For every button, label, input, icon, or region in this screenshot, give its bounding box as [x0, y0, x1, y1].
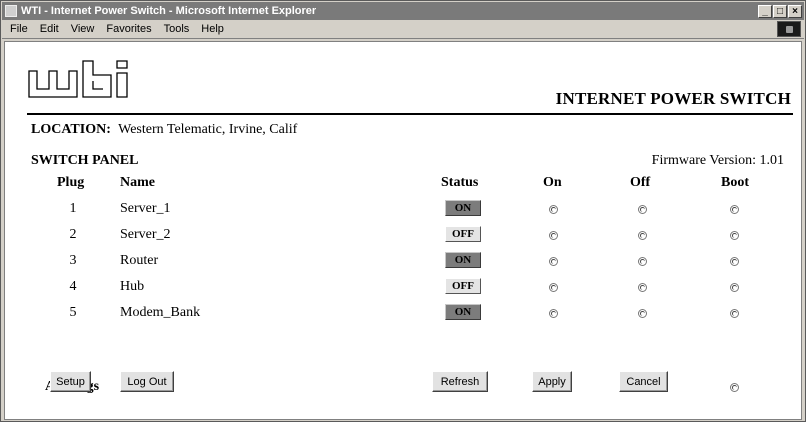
wti-logo [28, 60, 128, 98]
plug-boot-radio[interactable] [730, 309, 739, 318]
location-value: Western Telematic, Irvine, Calif [118, 122, 298, 137]
plug-number: 3 [69, 253, 77, 268]
windows-logo-icon [777, 21, 801, 37]
refresh-button[interactable]: Refresh [432, 371, 488, 392]
location-label: LOCATION: [31, 122, 111, 137]
plug-name: Server_1 [120, 201, 171, 216]
table-row: 3 Router ON [5, 249, 803, 273]
menu-view[interactable]: View [65, 23, 101, 35]
status-button[interactable]: OFF [445, 226, 481, 242]
plug-name: Server_2 [120, 227, 171, 242]
minimize-button[interactable]: _ [758, 4, 772, 18]
table-row: 4 Hub OFF [5, 275, 803, 299]
status-button[interactable]: ON [445, 304, 481, 320]
plug-off-radio[interactable] [638, 309, 647, 318]
menu-help[interactable]: Help [195, 23, 230, 35]
plug-number: 5 [69, 305, 77, 320]
plug-number: 2 [69, 227, 77, 242]
plug-boot-radio[interactable] [730, 205, 739, 214]
table-row: 5 Modem_Bank ON [5, 301, 803, 325]
plug-on-radio[interactable] [549, 283, 558, 292]
plug-off-radio[interactable] [638, 257, 647, 266]
firmware-version: Firmware Version: 1.01 [651, 153, 784, 168]
all-plugs-boot-radio[interactable] [730, 383, 739, 392]
browser-window: WTI - Internet Power Switch - Microsoft … [0, 0, 806, 422]
column-header-on: On [543, 175, 562, 190]
apply-button[interactable]: Apply [532, 371, 572, 392]
column-header-boot: Boot [721, 175, 749, 190]
header-divider [27, 113, 793, 115]
plug-on-radio[interactable] [549, 231, 558, 240]
switch-panel-title: SWITCH PANEL [31, 153, 139, 168]
menu-bar: File Edit View Favorites Tools Help [2, 20, 804, 39]
page-title: INTERNET POWER SWITCH [555, 89, 791, 108]
maximize-button[interactable]: □ [773, 4, 787, 18]
status-button[interactable]: ON [445, 200, 481, 216]
plug-on-radio[interactable] [549, 257, 558, 266]
plug-name: Hub [120, 279, 145, 294]
table-row: 1 Server_1 ON [5, 197, 803, 221]
table-row: 2 Server_2 OFF [5, 223, 803, 247]
plug-boot-radio[interactable] [730, 283, 739, 292]
plug-off-radio[interactable] [638, 283, 647, 292]
window-title: WTI - Internet Power Switch - Microsoft … [21, 5, 317, 17]
status-button[interactable]: ON [445, 252, 481, 268]
column-header-off: Off [630, 175, 651, 190]
plug-number: 1 [69, 201, 77, 216]
plug-number: 4 [69, 279, 77, 294]
plug-off-radio[interactable] [638, 231, 647, 240]
plug-name: Router [120, 253, 159, 268]
location-line: LOCATION: Western Telematic, Irvine, Cal… [31, 122, 297, 138]
ie-icon [5, 5, 17, 17]
menu-edit[interactable]: Edit [34, 23, 65, 35]
plug-off-radio[interactable] [638, 205, 647, 214]
page-viewport: INTERNET POWER SWITCH LOCATION: Western … [4, 41, 802, 420]
setup-button[interactable]: Setup [50, 371, 91, 392]
title-bar: WTI - Internet Power Switch - Microsoft … [2, 2, 804, 20]
plug-on-radio[interactable] [549, 309, 558, 318]
plug-on-radio[interactable] [549, 205, 558, 214]
menu-favorites[interactable]: Favorites [100, 23, 157, 35]
plug-boot-radio[interactable] [730, 257, 739, 266]
plug-boot-radio[interactable] [730, 231, 739, 240]
plug-name: Modem_Bank [120, 305, 201, 320]
column-header-name: Name [120, 175, 155, 190]
column-header-plug: Plug [57, 175, 85, 190]
close-button[interactable]: × [788, 4, 802, 18]
status-button[interactable]: OFF [445, 278, 481, 294]
cancel-button[interactable]: Cancel [619, 371, 668, 392]
menu-file[interactable]: File [2, 23, 34, 35]
log-out-button[interactable]: Log Out [120, 371, 174, 392]
column-header-status: Status [441, 175, 479, 190]
menu-tools[interactable]: Tools [158, 23, 196, 35]
